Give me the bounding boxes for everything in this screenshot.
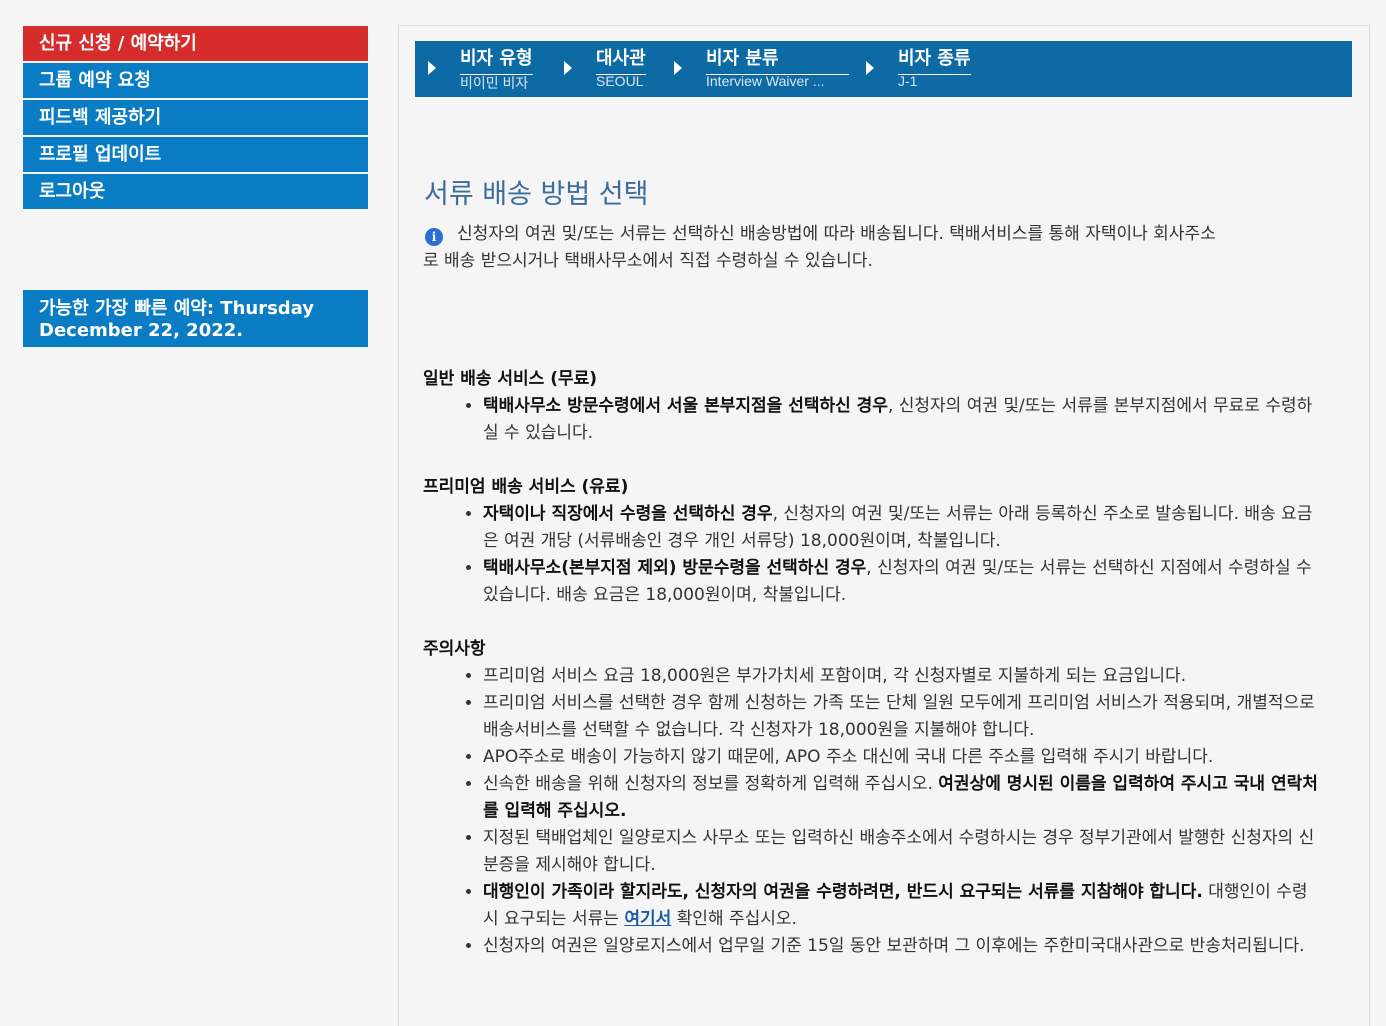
list-item: 지정된 택배업체인 일양로지스 사무소 또는 입력하신 배송주소에서 수령하시는…: [483, 825, 1323, 879]
sidebar-nav: 신규 신청 / 예약하기 그룹 예약 요청 피드백 제공하기 프로필 업데이트 …: [23, 26, 368, 211]
sidebar-item-logout[interactable]: 로그아웃: [23, 174, 368, 209]
info-icon: i: [425, 228, 443, 246]
progress-bar: 비자 유형 비이민 비자 대사관 SEOUL 비자 분류 Interview W…: [415, 41, 1352, 97]
section-heading: 프리미엄 배송 서비스 (유료): [423, 477, 629, 497]
step-label: 비자 종류: [898, 44, 971, 75]
section-heading: 주의사항: [423, 639, 486, 659]
standard-delivery-section: 일반 배송 서비스 (무료) 택배사무소 방문수령에서 서울 본부지점을 선택하…: [423, 366, 1323, 447]
sidebar-item-new-application[interactable]: 신규 신청 / 예약하기: [23, 26, 368, 61]
notes-section: 주의사항 프리미엄 서비스 요금 18,000원은 부가가치세 포함이며, 각 …: [423, 636, 1323, 960]
sidebar-item-group-request[interactable]: 그룹 예약 요청: [23, 63, 368, 98]
list-item: 프리미엄 서비스를 선택한 경우 함께 신청하는 가족 또는 단체 일원 모두에…: [483, 690, 1323, 744]
step-value: SEOUL: [596, 73, 644, 89]
list-item: 신속한 배송을 위해 신청자의 정보를 정확하게 입력해 주십시오. 여권상에 …: [483, 771, 1323, 825]
main-panel: 비자 유형 비이민 비자 대사관 SEOUL 비자 분류 Interview W…: [398, 25, 1370, 1026]
list-item: APO주소로 배송이 가능하지 않기 때문에, APO 주소 대신에 국내 다른…: [483, 744, 1323, 771]
step-label: 비자 분류: [706, 44, 849, 75]
step-value: J-1: [898, 73, 918, 89]
list-item: 대행인이 가족이라 할지라도, 신청자의 여권을 수령하려면, 반드시 요구되는…: [483, 879, 1323, 933]
intro-text: i 신청자의 여권 및/또는 서류는 선택하신 배송방법에 따라 배송됩니다. 택…: [423, 221, 1328, 275]
premium-delivery-section: 프리미엄 배송 서비스 (유료) 자택이나 직장에서 수령을 선택하신 경우, …: [423, 474, 1323, 609]
step-value: Interview Waiver ...: [706, 73, 825, 89]
section-heading: 일반 배송 서비스 (무료): [423, 369, 598, 389]
chevron-right-icon: [564, 61, 572, 75]
step-value: 비이민 비자: [460, 75, 529, 91]
chevron-right-icon: [866, 61, 874, 75]
chevron-right-icon: [674, 61, 682, 75]
step-label: 비자 유형: [460, 44, 533, 75]
step-label: 대사관: [596, 44, 646, 75]
chevron-right-icon: [428, 61, 436, 75]
earliest-appointment-line1: 가능한 가장 빠른 예약: Thursday: [39, 298, 315, 319]
list-item: 택배사무소(본부지점 제외) 방문수령을 선택하신 경우, 신청자의 여권 및/…: [483, 555, 1323, 609]
list-item: 택배사무소 방문수령에서 서울 본부지점을 선택하신 경우, 신청자의 여권 및…: [483, 393, 1323, 447]
sidebar-item-feedback[interactable]: 피드백 제공하기: [23, 100, 368, 135]
page-title: 서류 배송 방법 선택: [424, 179, 649, 210]
sidebar-item-update-profile[interactable]: 프로필 업데이트: [23, 137, 368, 172]
earliest-appointment-box: 가능한 가장 빠른 예약: Thursday December 22, 2022…: [23, 290, 368, 347]
required-documents-link[interactable]: 여기서: [624, 909, 671, 929]
intro-line: 신청자의 여권 및/또는 서류는 선택하신 배송방법에 따라 배송됩니다. 택배…: [457, 224, 1216, 244]
list-item: 자택이나 직장에서 수령을 선택하신 경우, 신청자의 여권 및/또는 서류는 …: [483, 501, 1323, 555]
list-item: 신청자의 여권은 일양로지스에서 업무일 기준 15일 동안 보관하며 그 이후…: [483, 933, 1323, 960]
intro-line: 로 배송 받으시거나 택배사무소에서 직접 수령하실 수 있습니다.: [423, 251, 873, 271]
list-item: 프리미엄 서비스 요금 18,000원은 부가가치세 포함이며, 각 신청자별로…: [483, 663, 1323, 690]
earliest-appointment-line2: December 22, 2022.: [39, 320, 244, 341]
